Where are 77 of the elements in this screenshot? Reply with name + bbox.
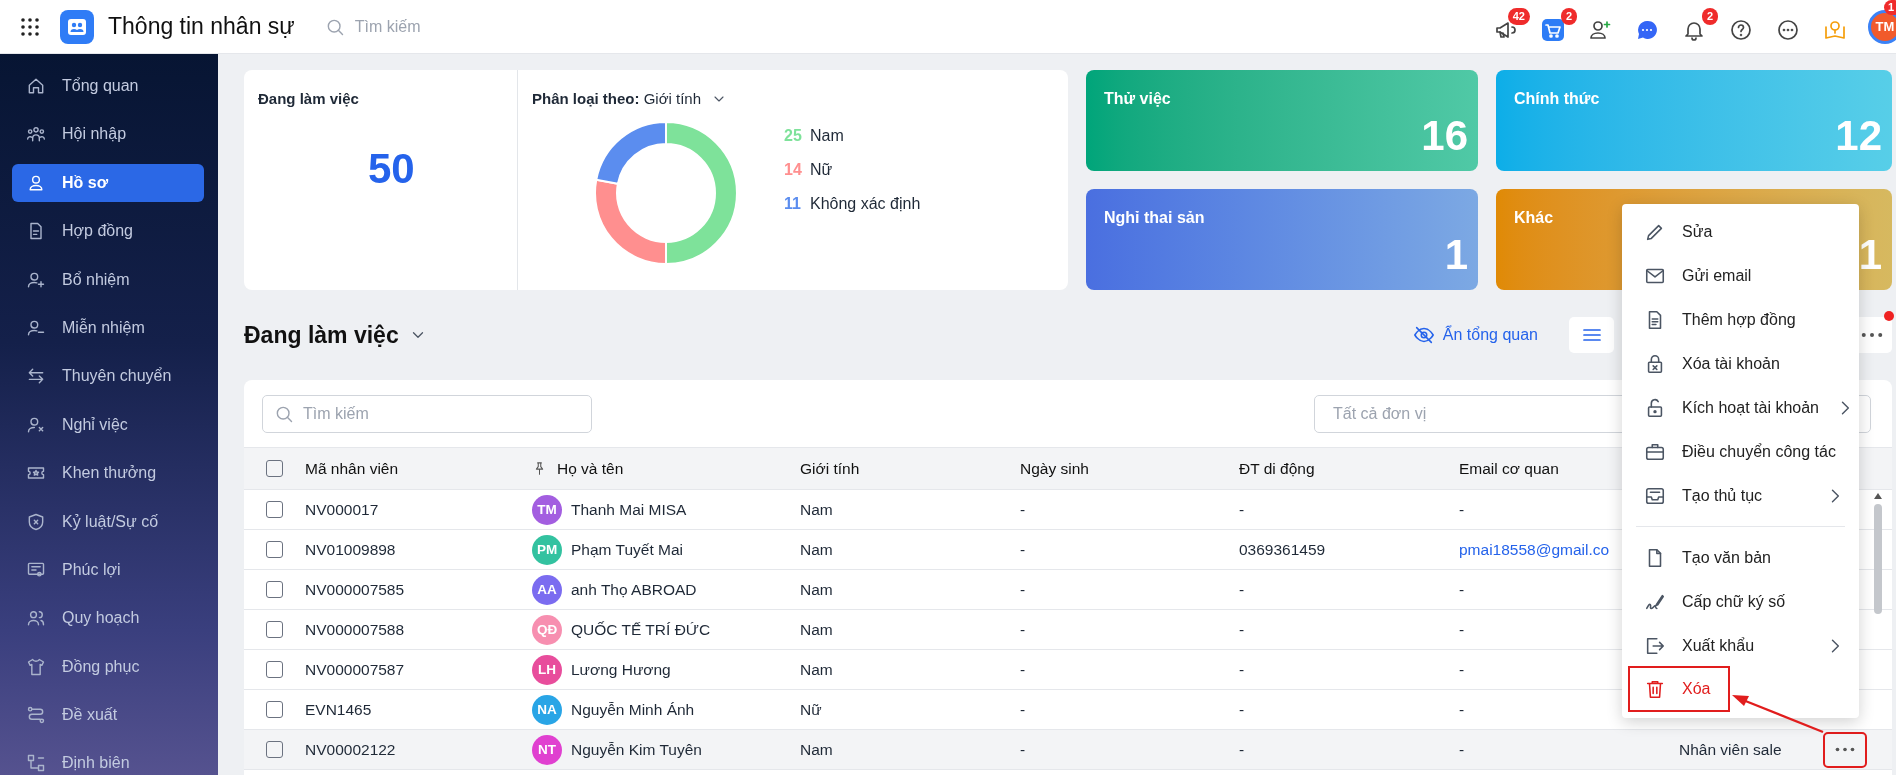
column-header: ĐT di động: [1239, 459, 1315, 478]
table-cell: NV000007585: [305, 580, 405, 599]
table-cell: Nam: [800, 740, 833, 759]
table-cell: -: [1239, 620, 1245, 639]
table-cell: -: [1459, 580, 1465, 599]
table-cell: QUỐC TẾ TRÍ ĐỨC: [571, 620, 711, 639]
table-cell: Thanh Mai MISA: [571, 500, 687, 519]
card-title: Chính thức: [1514, 90, 1600, 108]
list-title: Đang làm việc: [244, 321, 399, 349]
total-count: 50: [368, 145, 415, 193]
table-cell: -: [1459, 660, 1465, 679]
card-title: Khác: [1514, 209, 1554, 227]
card-count: 16: [1421, 115, 1468, 157]
legend-label: Nữ: [810, 161, 833, 179]
legend-count: 11: [784, 195, 800, 213]
table-cell: -: [1020, 500, 1026, 519]
table-cell: -: [1020, 620, 1026, 639]
column-header: Ngày sinh: [1020, 459, 1089, 478]
table-cell: NV000007588: [305, 620, 405, 639]
table-cell: Phạm Tuyết Mai: [571, 540, 683, 559]
table-cell: NV000017: [305, 500, 379, 519]
table-cell: -: [1020, 700, 1026, 719]
table-cell: Lương Hương: [571, 660, 671, 679]
avatar: AA: [532, 574, 562, 605]
column-header: Giới tính: [800, 459, 860, 478]
table-cell: -: [1459, 500, 1465, 519]
count-badge: 1: [1883, 0, 1896, 15]
app-title: Thông tin nhân sự: [108, 13, 295, 40]
avatar: NA: [532, 694, 562, 725]
card-title: Đang làm việc: [258, 90, 359, 107]
legend-count: 14: [784, 161, 800, 179]
legend-label: Nam: [810, 127, 844, 145]
avatar: LH: [532, 654, 562, 685]
table-cell: anh Thọ ABROAD: [571, 580, 697, 599]
table-cell: Nam: [800, 580, 833, 599]
table-cell: Nhân viên sale: [1679, 740, 1782, 759]
legend-count: 25: [784, 127, 800, 145]
count-badge: 42: [1507, 7, 1530, 25]
table-cell: NV00002122: [305, 740, 396, 759]
table-cell: -: [1239, 500, 1245, 519]
table-cell: -: [1459, 620, 1465, 639]
column-header: Email cơ quan: [1459, 459, 1559, 478]
count-badge: 2: [1701, 7, 1718, 25]
card-title: Thử việc: [1104, 90, 1171, 108]
table-cell: -: [1020, 740, 1026, 759]
table-cell: Nguyễn Minh Ánh: [571, 700, 695, 719]
table-cell: 0369361459: [1239, 540, 1326, 559]
card-count: 12: [1835, 115, 1882, 157]
table-cell: NV000007587: [305, 660, 405, 679]
avatar: PM: [532, 534, 562, 565]
table-cell: Nam: [800, 500, 833, 519]
table-cell: NV01009898: [305, 540, 396, 559]
avatar: NT: [532, 734, 562, 765]
table-cell: -: [1239, 740, 1245, 759]
avatar: TM: [532, 494, 562, 525]
table-cell: -: [1020, 660, 1026, 679]
table-cell: EVN1465: [305, 700, 372, 719]
table-cell: -: [1459, 700, 1465, 719]
table-cell: -: [1239, 580, 1245, 599]
column-header: Mã nhân viên: [305, 459, 399, 478]
legend-label: Không xác định: [810, 195, 921, 213]
table-cell: Nam: [800, 540, 833, 559]
table-cell: -: [1239, 660, 1245, 679]
table-cell: Nam: [800, 620, 833, 639]
table-cell: -: [1020, 580, 1026, 599]
card-title: Nghỉ thai sản: [1104, 209, 1205, 227]
card-count: 1: [1858, 234, 1882, 276]
card-count: 1: [1444, 234, 1468, 276]
count-badge: 2: [1560, 7, 1577, 25]
column-header: Họ và tên: [557, 459, 624, 478]
table-cell: Nguyễn Kim Tuyên: [571, 740, 702, 759]
table-cell: Nữ: [800, 700, 822, 719]
avatar: QĐ: [532, 614, 562, 645]
table-cell: -: [1239, 700, 1245, 719]
table-cell: Nam: [800, 660, 833, 679]
table-cell: -: [1459, 740, 1465, 759]
table-cell: -: [1020, 540, 1026, 559]
